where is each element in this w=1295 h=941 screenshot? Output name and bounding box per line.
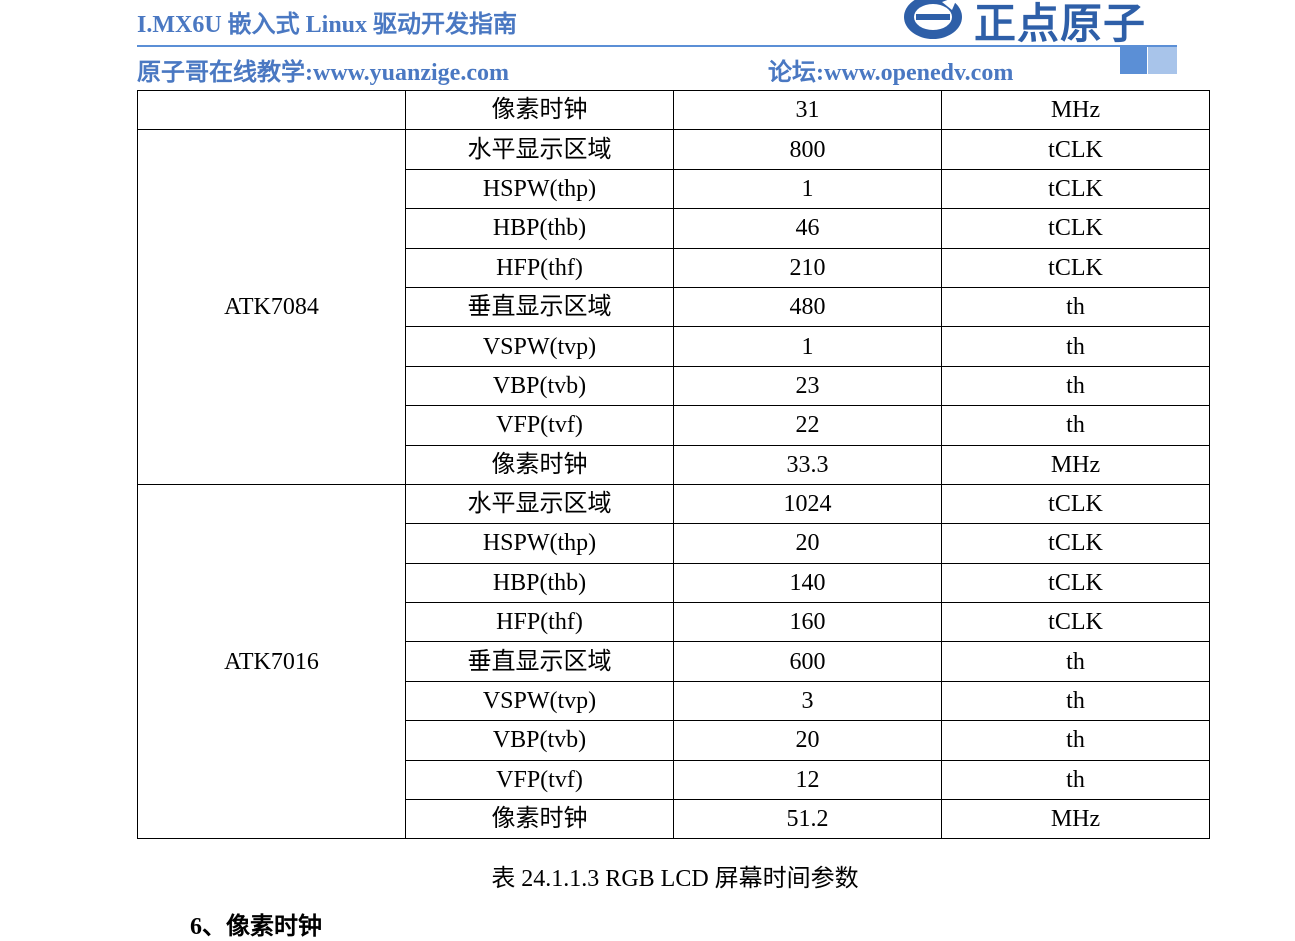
param-cell: HFP(thf) <box>405 247 674 288</box>
unit-cell: tCLK <box>941 562 1210 604</box>
param-cell: 像素时钟 <box>405 444 674 485</box>
value-cell: 31 <box>673 89 942 131</box>
value-cell: 20 <box>673 720 942 761</box>
table-caption: 表 24.1.1.3 RGB LCD 屏幕时间参数 <box>491 866 859 892</box>
table-row: 像素时钟 31 MHz <box>137 89 1210 131</box>
header-decor-block <box>1120 47 1147 74</box>
unit-cell: th <box>941 720 1210 761</box>
param-cell: 像素时钟 <box>405 799 674 840</box>
value-cell: 20 <box>673 523 942 564</box>
unit-cell: th <box>941 365 1210 407</box>
unit-cell: MHz <box>941 799 1210 840</box>
param-cell: HBP(thb) <box>405 562 674 604</box>
param-cell: HSPW(thp) <box>405 523 674 564</box>
param-cell: HBP(thb) <box>405 208 674 249</box>
logo-mark-icon <box>904 0 962 39</box>
unit-cell: MHz <box>941 89 1210 131</box>
unit-cell: th <box>941 326 1210 367</box>
value-cell: 140 <box>673 562 942 604</box>
unit-cell: tCLK <box>941 208 1210 249</box>
param-cell: VFP(tvf) <box>405 405 674 446</box>
value-cell: 22 <box>673 405 942 446</box>
value-cell: 23 <box>673 365 942 407</box>
header-title: I.MX6U 嵌入式 Linux 驱动开发指南 <box>137 12 518 38</box>
param-cell: VSPW(tvp) <box>405 680 674 722</box>
section-heading: 6、像素时钟 <box>190 914 322 940</box>
header-rule <box>137 45 1177 47</box>
logo-text: 正点原子 <box>974 0 1147 48</box>
param-cell: 像素时钟 <box>405 89 674 131</box>
unit-cell: th <box>941 286 1210 328</box>
param-cell: HFP(thf) <box>405 602 674 643</box>
model-cell <box>137 89 406 131</box>
value-cell: 210 <box>673 247 942 288</box>
forum-link[interactable]: 论坛:www.openedv.com <box>768 52 1013 87</box>
param-cell: 水平显示区域 <box>405 129 674 170</box>
unit-cell: tCLK <box>941 168 1210 210</box>
unit-cell: th <box>941 759 1210 801</box>
value-cell: 800 <box>673 129 942 170</box>
value-cell: 160 <box>673 602 942 643</box>
value-cell: 51.2 <box>673 799 942 840</box>
value-cell: 3 <box>673 680 942 722</box>
unit-cell: tCLK <box>941 129 1210 170</box>
param-cell: VBP(tvb) <box>405 720 674 761</box>
value-cell: 46 <box>673 208 942 249</box>
model-cell: ATK7016 <box>137 483 406 840</box>
unit-cell: tCLK <box>941 523 1210 564</box>
param-cell: VSPW(tvp) <box>405 326 674 367</box>
unit-cell: MHz <box>941 444 1210 485</box>
value-cell: 1 <box>673 168 942 210</box>
unit-cell: tCLK <box>941 483 1210 525</box>
site-link[interactable]: 原子哥在线教学:www.yuanzige.com <box>137 52 509 87</box>
table-row: ATK7016 水平显示区域 1024 tCLK <box>137 483 1210 840</box>
model-cell: ATK7084 <box>137 129 406 485</box>
brand-logo: 正点原子 <box>902 0 1162 48</box>
param-cell: 垂直显示区域 <box>405 286 674 328</box>
param-cell: VBP(tvb) <box>405 365 674 407</box>
header-decor-block-light <box>1148 47 1177 74</box>
value-cell: 600 <box>673 641 942 682</box>
unit-cell: th <box>941 405 1210 446</box>
lcd-timing-table: 像素时钟 31 MHz ATK7084 水平显示区域 800 tCLK HSPW… <box>137 89 1210 840</box>
unit-cell: tCLK <box>941 602 1210 643</box>
value-cell: 33.3 <box>673 444 942 485</box>
table-row: ATK7084 水平显示区域 800 tCLK <box>137 129 1210 485</box>
param-cell: HSPW(thp) <box>405 168 674 210</box>
unit-cell: tCLK <box>941 247 1210 288</box>
value-cell: 1 <box>673 326 942 367</box>
param-cell: 垂直显示区域 <box>405 641 674 682</box>
unit-cell: th <box>941 680 1210 722</box>
value-cell: 12 <box>673 759 942 801</box>
value-cell: 1024 <box>673 483 942 525</box>
param-cell: VFP(tvf) <box>405 759 674 801</box>
param-cell: 水平显示区域 <box>405 483 674 525</box>
value-cell: 480 <box>673 286 942 328</box>
unit-cell: th <box>941 641 1210 682</box>
